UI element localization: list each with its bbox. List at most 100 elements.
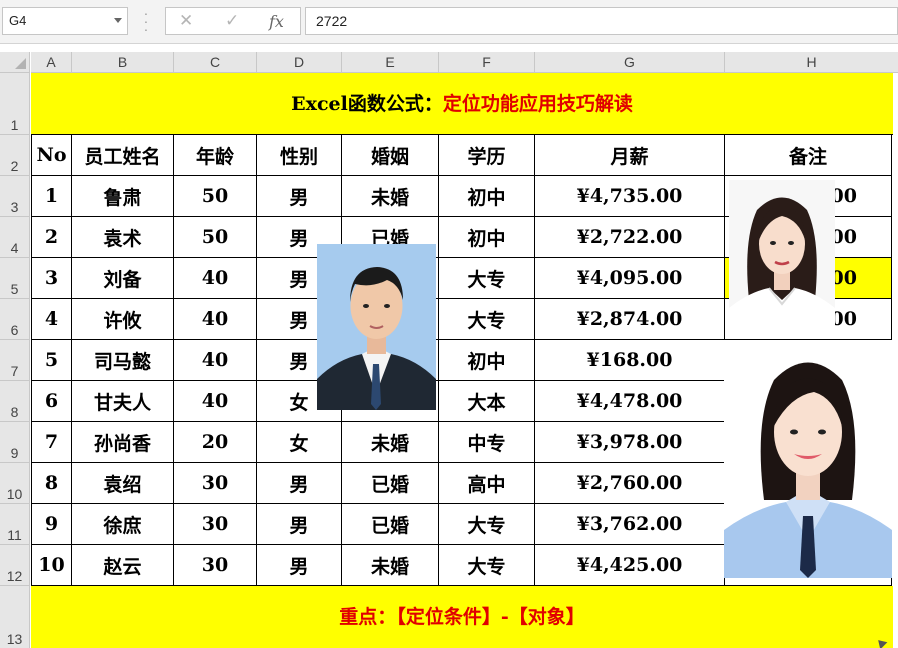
header-cell-no[interactable]: No [31,135,72,176]
cell-no[interactable]: 2 [31,217,72,258]
cell-age[interactable]: 30 [174,504,257,545]
cell-name[interactable]: 徐庶 [72,504,174,545]
cell-education[interactable]: 大本 [439,381,535,422]
row-header-1[interactable]: 1 [0,73,30,135]
footer-banner[interactable]: 重点：【定位条件】-【对象】 [31,586,893,648]
cancel-icon[interactable]: ✕ [179,11,193,31]
cell-marital[interactable]: 已婚 [342,463,439,504]
confirm-icon[interactable]: ✓ [225,11,239,31]
cell-education[interactable]: 高中 [439,463,535,504]
female-portrait-photo-large[interactable] [724,340,892,578]
column-header-f[interactable]: F [439,52,535,73]
cell-age[interactable]: 50 [174,176,257,217]
column-header-e[interactable]: E [342,52,439,73]
column-header-c[interactable]: C [174,52,257,73]
cell-gender[interactable]: 男 [257,463,342,504]
cell-age[interactable]: 30 [174,463,257,504]
row-header-5[interactable]: 5 [0,258,30,299]
column-header-g[interactable]: G [535,52,725,73]
cell-no[interactable]: 3 [31,258,72,299]
column-header-a[interactable]: A [31,52,72,73]
cell-salary[interactable]: ¥4,735.00 [535,176,725,217]
cell-salary[interactable]: ¥4,425.00 [535,545,725,586]
cell-salary[interactable]: ¥2,874.00 [535,299,725,340]
cell-gender[interactable]: 男 [257,176,342,217]
male-portrait-photo[interactable] [317,244,436,410]
title-banner[interactable]: Excel函数公式：定位功能应用技巧解读 [31,73,893,135]
cell-name[interactable]: 赵云 [72,545,174,586]
select-all-button[interactable] [0,52,30,73]
cell-name[interactable]: 刘备 [72,258,174,299]
cell-name[interactable]: 甘夫人 [72,381,174,422]
row-header-13[interactable]: 13 [0,586,30,648]
row-header-12[interactable]: 12 [0,545,30,586]
column-header-b[interactable]: B [72,52,174,73]
cell-name[interactable]: 许攸 [72,299,174,340]
cell-education[interactable]: 大专 [439,299,535,340]
row-header-8[interactable]: 8 [0,381,30,422]
cell-no[interactable]: 8 [31,463,72,504]
cell-salary[interactable]: ¥3,978.00 [535,422,725,463]
cell-no[interactable]: 4 [31,299,72,340]
header-cell-salary[interactable]: 月薪 [535,135,725,176]
row-header-2[interactable]: 2 [0,135,30,176]
cell-gender[interactable]: 女 [257,422,342,463]
cell-age[interactable]: 40 [174,340,257,381]
cell-no[interactable]: 9 [31,504,72,545]
cell-salary[interactable]: ¥4,095.00 [535,258,725,299]
cell-age[interactable]: 40 [174,381,257,422]
cell-no[interactable]: 5 [31,340,72,381]
cell-salary[interactable]: ¥2,760.00 [535,463,725,504]
cell-salary[interactable]: ¥168.00 [535,340,725,381]
cell-name[interactable]: 司马懿 [72,340,174,381]
row-header-6[interactable]: 6 [0,299,30,340]
cell-salary[interactable]: ¥3,762.00 [535,504,725,545]
cell-gender[interactable]: 男 [257,504,342,545]
cell-marital[interactable]: 未婚 [342,545,439,586]
cell-no[interactable]: 7 [31,422,72,463]
cell-name[interactable]: 袁绍 [72,463,174,504]
insert-function-icon[interactable]: fx [269,12,284,31]
column-header-h[interactable]: H [725,52,898,73]
row-header-11[interactable]: 11 [0,504,30,545]
cell-name[interactable]: 袁术 [72,217,174,258]
header-cell-remark[interactable]: 备注 [725,135,892,176]
cell-education[interactable]: 初中 [439,176,535,217]
cell-marital[interactable]: 未婚 [342,422,439,463]
header-cell-marital[interactable]: 婚姻 [342,135,439,176]
cell-age[interactable]: 20 [174,422,257,463]
cell-salary[interactable]: ¥4,478.00 [535,381,725,422]
header-cell-gender[interactable]: 性别 [257,135,342,176]
cell-education[interactable]: 大专 [439,545,535,586]
cell-no[interactable]: 1 [31,176,72,217]
cell-no[interactable]: 10 [31,545,72,586]
cell-name[interactable]: 孙尚香 [72,422,174,463]
cell-education[interactable]: 大专 [439,258,535,299]
name-box[interactable]: G4 [2,7,128,35]
female-portrait-photo-small[interactable] [729,180,835,328]
header-cell-education[interactable]: 学历 [439,135,535,176]
cell-no[interactable]: 6 [31,381,72,422]
cell-education[interactable]: 中专 [439,422,535,463]
row-header-9[interactable]: 9 [0,422,30,463]
cell-age[interactable]: 50 [174,217,257,258]
row-header-7[interactable]: 7 [0,340,30,381]
more-options-icon[interactable]: · · · [143,6,149,36]
row-header-3[interactable]: 3 [0,176,30,217]
header-cell-age[interactable]: 年龄 [174,135,257,176]
cell-gender[interactable]: 男 [257,545,342,586]
formula-input[interactable]: 2722 [305,7,898,35]
column-header-d[interactable]: D [257,52,342,73]
cell-age[interactable]: 30 [174,545,257,586]
row-header-10[interactable]: 10 [0,463,30,504]
cell-age[interactable]: 40 [174,258,257,299]
chevron-down-icon[interactable] [114,18,122,23]
cell-education[interactable]: 初中 [439,217,535,258]
cell-education[interactable]: 大专 [439,504,535,545]
row-header-4[interactable]: 4 [0,217,30,258]
cell-marital[interactable]: 已婚 [342,504,439,545]
cell-education[interactable]: 初中 [439,340,535,381]
cell-age[interactable]: 40 [174,299,257,340]
cell-salary[interactable]: ¥2,722.00 [535,217,725,258]
cell-marital[interactable]: 未婚 [342,176,439,217]
